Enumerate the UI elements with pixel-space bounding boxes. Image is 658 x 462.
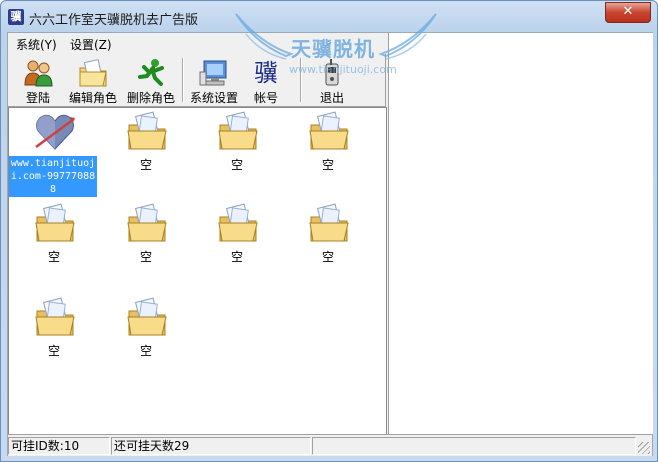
close-button[interactable]: ✕ (605, 2, 651, 23)
client-area: 系统(Y) 设置(Z) 登陆 编辑角色 删除角色 系统设置 骥 帐号 退出 ww… (7, 32, 653, 456)
delete-role-label: 删除角色 (126, 91, 175, 105)
edit-role-label: 编辑角色 (68, 91, 117, 105)
heart-icon (35, 114, 75, 150)
delete-role-button[interactable]: 删除角色 (122, 56, 180, 105)
app-icon: 骥 (8, 9, 24, 25)
role-item-label: 空 (230, 158, 243, 172)
folder-icon (35, 203, 75, 242)
role-item[interactable]: 空 (192, 111, 282, 201)
role-item[interactable]: 空 (101, 203, 191, 293)
menu-system[interactable]: 系统(Y) (16, 36, 57, 53)
computer-settings-icon (199, 60, 227, 86)
status-id-count: 可挂ID数:10 (8, 437, 110, 455)
role-item[interactable]: 空 (9, 203, 99, 293)
role-item-label: 空 (139, 344, 152, 358)
role-item-label-selected: www.tianjituoji.com-997770888 (9, 156, 97, 197)
edit-role-button[interactable]: 编辑角色 (64, 56, 122, 105)
exit-label: 退出 (319, 91, 344, 105)
role-item[interactable]: 空 (101, 111, 191, 201)
role-item-label: 空 (47, 344, 60, 358)
watermark: 天骥脱机 www.tianjituoji.com (231, 9, 441, 79)
running-man-icon (138, 59, 164, 86)
status-bar: 可挂ID数:10 还可挂天数29 (8, 434, 652, 456)
resize-grip[interactable] (638, 442, 650, 454)
status-extra (312, 437, 636, 455)
role-item[interactable]: 空 (283, 203, 373, 293)
login-users-icon (24, 60, 53, 87)
role-item-label: 空 (139, 250, 152, 264)
watermark-url: www.tianjituoji.com (289, 63, 397, 76)
role-list-pane[interactable]: www.tianjituoji.com-997770888 空 空 空 空 空 … (8, 107, 387, 436)
role-item-label: 空 (139, 158, 152, 172)
role-item-label: 空 (47, 250, 60, 264)
folder-icon (309, 111, 349, 150)
login-button[interactable]: 登陆 (12, 56, 64, 105)
detail-pane (388, 33, 653, 434)
folder-icon (218, 203, 258, 242)
role-item[interactable]: 空 (192, 203, 282, 293)
role-item[interactable]: 空 (9, 297, 99, 387)
status-days-left: 还可挂天数29 (111, 437, 311, 455)
menu-settings[interactable]: 设置(Z) (70, 36, 112, 53)
role-item-label: 空 (321, 250, 334, 264)
folder-icon (309, 203, 349, 242)
folder-icon (35, 297, 75, 336)
folder-icon (218, 111, 258, 150)
role-item-label: 空 (230, 250, 243, 264)
folder-icon (127, 111, 167, 150)
app-window: 骥 六六工作室天骥脱机去广告版 ✕ 系统(Y) 设置(Z) 登陆 编辑角色 删除… (0, 0, 658, 462)
toolbar-separator (182, 58, 184, 102)
role-item[interactable]: 空 (101, 297, 191, 387)
account-label: 帐号 (253, 91, 278, 105)
folder-icon (127, 297, 167, 336)
window-title: 六六工作室天骥脱机去广告版 (29, 13, 199, 28)
watermark-brand: 天骥脱机 (291, 37, 375, 61)
role-item-label: 空 (321, 158, 334, 172)
folder-icon (127, 203, 167, 242)
system-settings-label: 系统设置 (189, 91, 238, 105)
role-item[interactable]: www.tianjituoji.com-997770888 (9, 111, 99, 201)
login-label: 登陆 (25, 91, 50, 105)
role-item[interactable]: 空 (283, 111, 373, 201)
edit-folder-icon (79, 59, 107, 87)
